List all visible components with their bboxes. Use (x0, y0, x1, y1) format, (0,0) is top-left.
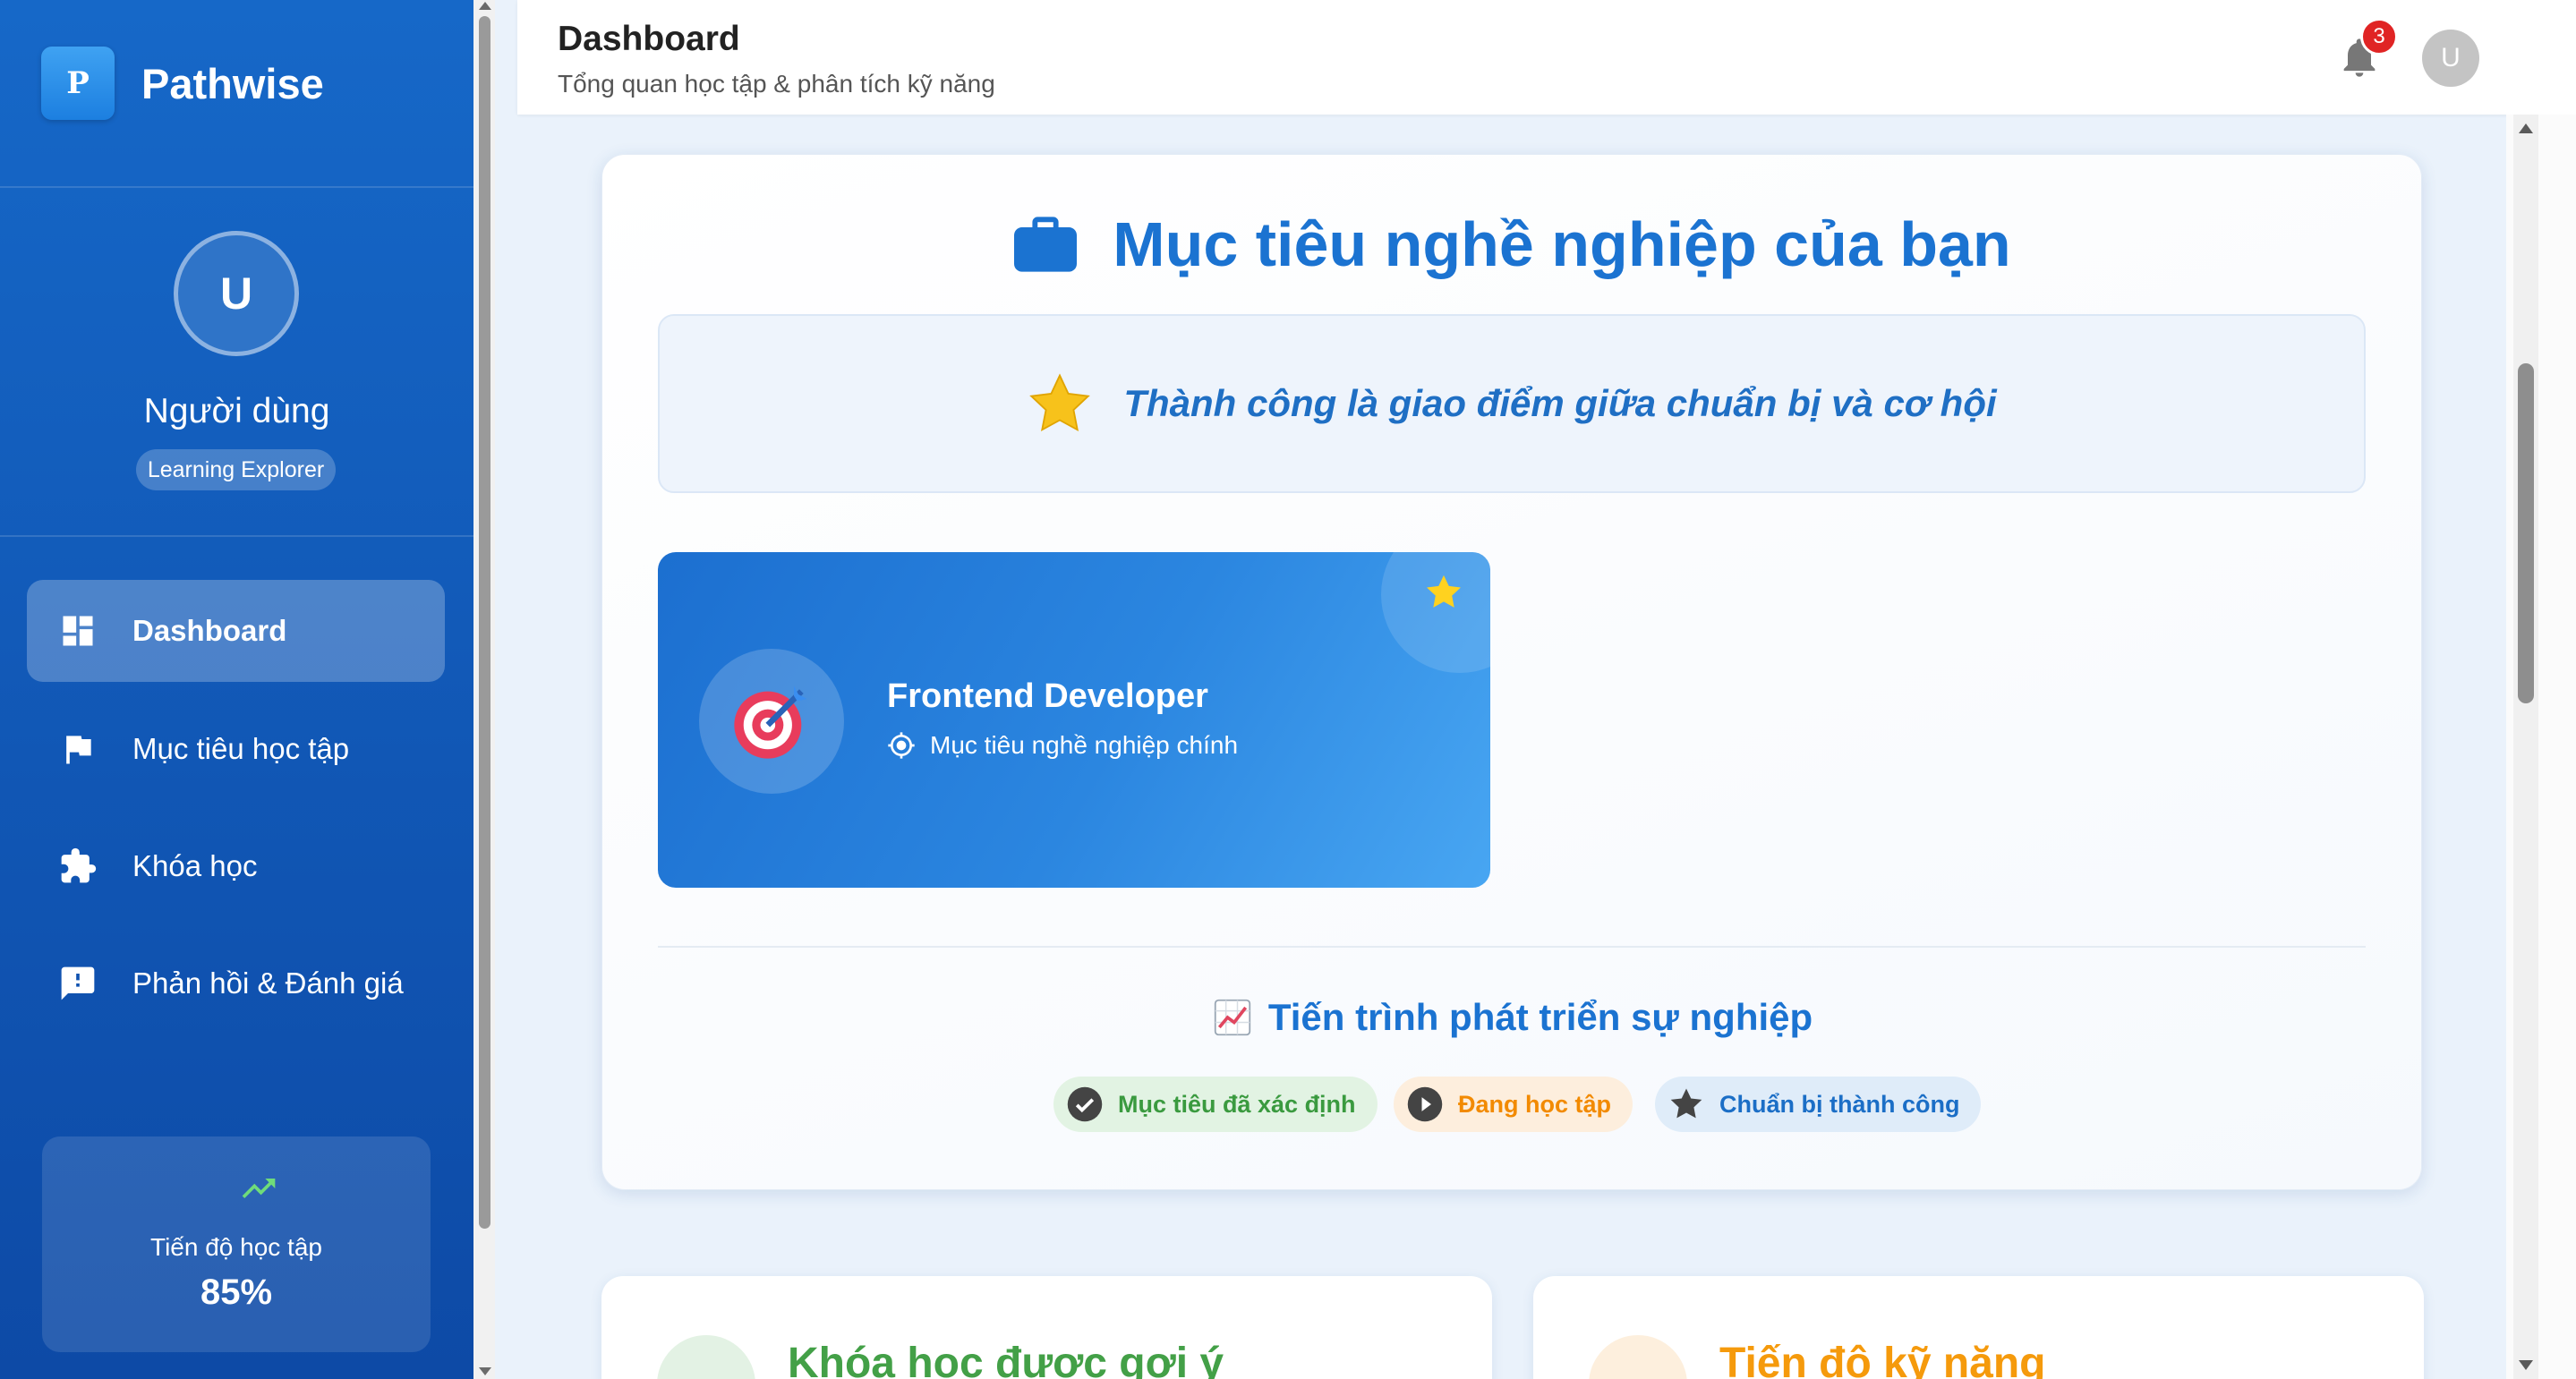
trending-up-icon (242, 1179, 276, 1198)
career-goal-panel: Mục tiêu nghề nghiệp của bạn Thành công … (601, 154, 2422, 1190)
top-header: Dashboard Tổng quan học tập & phân tích … (517, 0, 2576, 115)
quote-box: Thành công là giao điểm giữa chuẩn bị và… (658, 314, 2366, 493)
step-label: Chuẩn bị thành công (1719, 1090, 1960, 1118)
heading-text: Mục tiêu nghề nghiệp của bạn (1113, 209, 2011, 279)
crosshair-icon (888, 732, 915, 759)
star-icon (1029, 373, 1091, 432)
goal-icon-wrapper (699, 649, 844, 794)
flag-icon (66, 736, 91, 764)
skill-progress-card: Tiến độ kỹ năng (1533, 1276, 2424, 1379)
user-avatar[interactable]: U (174, 231, 299, 356)
sidebar-item-learning-goals[interactable]: Mục tiêu học tập (27, 698, 445, 800)
section-divider (658, 946, 2366, 948)
sidebar-item-label: Khóa học (132, 849, 258, 882)
sidebar: P Pathwise U Người dùng Learning Explore… (0, 0, 473, 1379)
feedback-icon (61, 966, 95, 1000)
dashboard-icon (63, 616, 93, 646)
brand-logo: P (41, 47, 115, 120)
quote-text: Thành công là giao điểm giữa chuẩn bị và… (1123, 382, 1997, 424)
sidebar-item-dashboard[interactable]: Dashboard (27, 580, 445, 682)
scroll-down-arrow[interactable] (2519, 1360, 2533, 1370)
main-scrollbar[interactable] (2506, 115, 2576, 1379)
graduation-cap-icon (657, 1335, 755, 1379)
star-icon (1427, 575, 1461, 608)
star-icon (1670, 1088, 1702, 1119)
sidebar-divider (0, 535, 473, 537)
chart-increasing-icon (1214, 999, 1250, 1036)
career-goal-card[interactable]: Frontend Developer Mục tiêu nghề nghiệp … (658, 552, 1490, 888)
step-prepare-success: Chuẩn bị thành công (1655, 1077, 1982, 1132)
sidebar-item-feedback[interactable]: Phản hồi & Đánh giá (27, 932, 445, 1034)
skill-progress-icon (1589, 1335, 1687, 1379)
notification-badge: 3 (2360, 18, 2398, 55)
check-circle-icon (1067, 1086, 1103, 1122)
goal-subtitle: Mục tiêu nghề nghiệp chính (887, 731, 1238, 760)
brand-name: Pathwise (141, 59, 324, 107)
progress-heading-text: Tiến trình phát triển sự nghiệp (1267, 996, 1813, 1038)
briefcase-icon (1014, 217, 1078, 272)
goal-subtitle-text: Mục tiêu nghề nghiệp chính (930, 731, 1239, 759)
card-title: Khóa học được gợi ý (788, 1340, 1224, 1379)
sidebar-item-label: Dashboard (132, 614, 287, 647)
puzzle-icon (61, 847, 97, 883)
scrollbar-thumb[interactable] (2518, 363, 2534, 703)
page-title: Dashboard (558, 20, 740, 58)
step-learning: Đang học tập (1394, 1077, 1633, 1132)
sidebar-item-label: Mục tiêu học tập (132, 732, 350, 765)
target-dart-icon (734, 685, 807, 759)
scroll-up-arrow[interactable] (479, 2, 491, 10)
scroll-up-arrow[interactable] (2519, 123, 2533, 133)
career-progress-heading: Tiến trình phát triển sự nghiệp (602, 996, 2423, 1039)
progress-value: 85% (200, 1273, 273, 1312)
scroll-down-arrow[interactable] (479, 1367, 491, 1375)
step-label: Đang học tập (1458, 1090, 1612, 1118)
user-name: Người dùng (143, 392, 330, 430)
user-role-badge: Learning Explorer (136, 449, 336, 490)
card-title: Tiến độ kỹ năng (1719, 1340, 2046, 1379)
learning-progress-card: Tiến độ học tập 85% (42, 1136, 431, 1352)
goal-title: Frontend Developer (887, 677, 1208, 715)
page-subtitle: Tổng quan học tập & phân tích kỹ năng (558, 70, 995, 98)
progress-label: Tiến độ học tập (150, 1233, 322, 1261)
step-label: Mục tiêu đã xác định (1118, 1090, 1356, 1118)
sidebar-scrollbar[interactable] (473, 0, 495, 1379)
header-avatar[interactable]: U (2422, 30, 2479, 87)
brand[interactable]: P Pathwise (41, 47, 324, 120)
scrollbar-thumb[interactable] (479, 16, 490, 1229)
sidebar-item-courses[interactable]: Khóa học (27, 815, 445, 917)
recommended-courses-card: Khóa học được gợi ý (601, 1276, 1492, 1379)
play-circle-icon (1407, 1086, 1443, 1122)
sidebar-divider (0, 186, 473, 188)
step-goal-defined: Mục tiêu đã xác định (1053, 1077, 1378, 1132)
sidebar-item-label: Phản hồi & Đánh giá (132, 966, 404, 1000)
career-goal-heading: Mục tiêu nghề nghiệp của bạn (602, 209, 2423, 280)
scrollbar-track[interactable] (2513, 115, 2538, 1379)
